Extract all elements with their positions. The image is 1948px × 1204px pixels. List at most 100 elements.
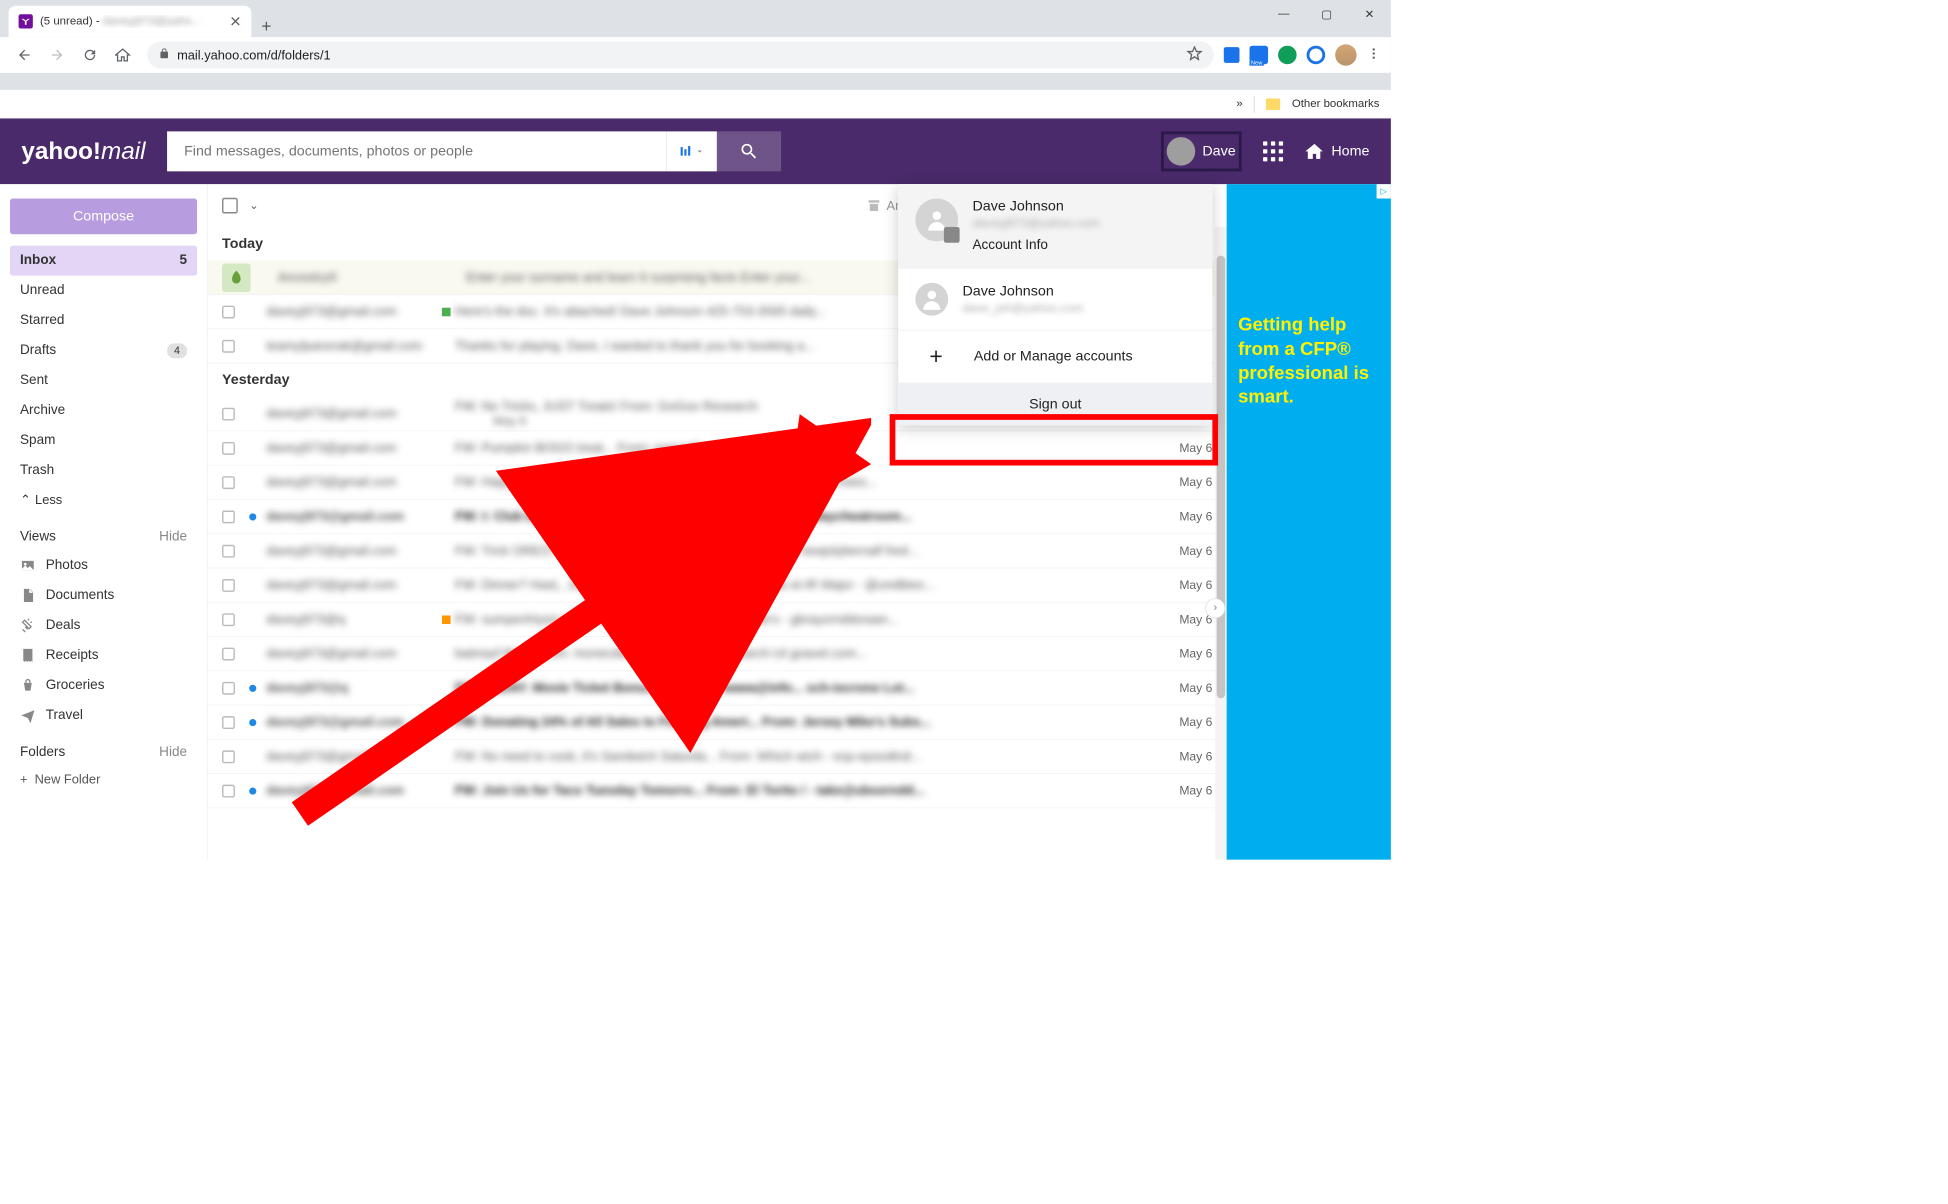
message-row[interactable]: daveyj973@gmail.comFW: No need to cook, … bbox=[208, 740, 1227, 774]
message-row[interactable]: daveyj973@gmail.combatmazf Brals From: m… bbox=[208, 637, 1227, 671]
view-item-deals[interactable]: Deals bbox=[10, 610, 197, 640]
view-item-groceries[interactable]: Groceries bbox=[10, 670, 197, 700]
message-checkbox[interactable] bbox=[222, 682, 235, 695]
message-row[interactable]: daveyj973@gmail.comFW: I: Club Exclusive… bbox=[208, 500, 1227, 534]
message-checkbox[interactable] bbox=[222, 613, 235, 626]
home-button[interactable] bbox=[109, 41, 138, 70]
forward-button[interactable] bbox=[43, 41, 72, 70]
sign-out-button[interactable]: Sign out bbox=[898, 383, 1212, 425]
folder-item-unread[interactable]: Unread bbox=[10, 276, 197, 306]
message-row[interactable]: daveyj973@gmail.comFW: Join Us for Taco … bbox=[208, 774, 1227, 808]
apps-grid-icon[interactable] bbox=[1263, 141, 1283, 161]
home-link[interactable]: Home bbox=[1304, 141, 1369, 161]
message-row[interactable]: daveyj973@gmail.comFW: Trick OREO?® Trea… bbox=[208, 534, 1227, 568]
user-account-chip[interactable]: Dave bbox=[1161, 131, 1241, 171]
select-dropdown-icon[interactable]: ⌄ bbox=[249, 198, 259, 212]
primary-account-row[interactable]: Dave Johnson daveyj973@yahoo.com Account… bbox=[898, 184, 1212, 268]
message-checkbox[interactable] bbox=[222, 305, 235, 318]
message-checkbox[interactable] bbox=[222, 716, 235, 729]
message-row[interactable]: daveyj973@gmail.comFW: Dinner? HasL. Jum… bbox=[208, 568, 1227, 602]
compose-button[interactable]: Compose bbox=[10, 198, 197, 234]
back-button[interactable] bbox=[10, 41, 39, 70]
new-folder-button[interactable]: + New Folder bbox=[10, 766, 197, 792]
extension-icon[interactable] bbox=[1278, 46, 1297, 65]
select-all-checkbox[interactable] bbox=[222, 198, 238, 214]
extension-icon[interactable] bbox=[1307, 46, 1326, 65]
account-email: daveyj973@yahoo.com bbox=[972, 216, 1195, 230]
message-checkbox[interactable] bbox=[222, 544, 235, 557]
message-sender: daveyj973@gmail.com bbox=[266, 475, 437, 490]
view-item-documents[interactable]: Documents bbox=[10, 580, 197, 610]
search-input[interactable] bbox=[167, 131, 667, 171]
browser-tab[interactable]: (5 unread) - daveyj973@yaho... ✕ bbox=[9, 6, 252, 37]
other-bookmarks-link[interactable]: Other bookmarks bbox=[1292, 97, 1380, 110]
unread-dot bbox=[249, 513, 256, 520]
message-checkbox[interactable] bbox=[222, 407, 235, 420]
folder-item-trash[interactable]: Trash bbox=[10, 456, 197, 486]
message-checkbox[interactable] bbox=[222, 784, 235, 797]
search-button[interactable] bbox=[717, 131, 781, 171]
secondary-account-row[interactable]: Dave Johnson dave_joh@yahoo.com bbox=[898, 268, 1212, 330]
account-avatar bbox=[915, 198, 958, 241]
scrollbar-thumb[interactable] bbox=[1217, 256, 1226, 699]
tab-close-icon[interactable]: ✕ bbox=[229, 12, 241, 30]
message-row[interactable]: daveyj973@gmail.comFW: Happy National Re… bbox=[208, 466, 1227, 500]
message-date: May 6 bbox=[1141, 441, 1212, 455]
message-row[interactable]: daveyj973@qFW: sumperiHysm Own A Franchi… bbox=[208, 603, 1227, 637]
message-date: May 6 bbox=[1141, 544, 1212, 558]
hide-views-link[interactable]: Hide bbox=[159, 529, 187, 545]
photos-icon bbox=[20, 558, 36, 574]
bookmarks-overflow-icon[interactable]: » bbox=[1236, 97, 1242, 110]
message-checkbox[interactable] bbox=[222, 647, 235, 660]
message-subject: FW: sumperiHysm Own A Franchis... From: … bbox=[455, 612, 1141, 627]
browser-chrome: (5 unread) - daveyj973@yaho... ✕ + mail.… bbox=[0, 0, 1391, 90]
folder-item-sent[interactable]: Sent bbox=[10, 366, 197, 396]
folder-item-starred[interactable]: Starred bbox=[10, 306, 197, 336]
address-bar[interactable]: mail.yahoo.com/d/folders/1 bbox=[147, 41, 1214, 68]
bookmark-star-icon[interactable] bbox=[1187, 45, 1203, 64]
scroll-right-icon[interactable]: › bbox=[1205, 598, 1225, 618]
folder-item-inbox[interactable]: Inbox5 bbox=[10, 246, 197, 276]
sidebar: Compose Inbox5UnreadStarredDrafts4SentAr… bbox=[0, 184, 207, 859]
receipts-icon bbox=[20, 648, 36, 664]
less-toggle[interactable]: ⌃ Less bbox=[10, 486, 197, 515]
window-maximize[interactable]: ▢ bbox=[1305, 0, 1348, 29]
message-indicator bbox=[438, 615, 455, 624]
folder-item-spam[interactable]: Spam bbox=[10, 426, 197, 456]
message-date: May 6 bbox=[1141, 784, 1212, 798]
view-item-receipts[interactable]: Receipts bbox=[10, 640, 197, 670]
message-checkbox[interactable] bbox=[222, 510, 235, 523]
message-row[interactable]: daveyj973@qFW: TODAY: Movie Ticket Bonus… bbox=[208, 671, 1227, 705]
add-manage-accounts-row[interactable]: + Add or Manage accounts bbox=[898, 331, 1212, 384]
search-options-dropdown[interactable] bbox=[667, 131, 717, 171]
travel-icon bbox=[20, 708, 36, 724]
yahoo-mail-logo[interactable]: yahoo!mail bbox=[21, 137, 145, 165]
view-item-photos[interactable]: Photos bbox=[10, 550, 197, 580]
message-row[interactable]: daveyj973@gmail.comFW: Pumpkin BOGO trea… bbox=[208, 431, 1227, 465]
message-checkbox[interactable] bbox=[222, 442, 235, 455]
hide-folders-link[interactable]: Hide bbox=[159, 745, 187, 761]
reload-button[interactable] bbox=[76, 41, 105, 70]
message-subject: FW: Dinner? HasL. Jumped into 3 Great Of… bbox=[455, 578, 1141, 593]
scrollbar-track[interactable] bbox=[1215, 227, 1226, 860]
window-minimize[interactable]: — bbox=[1262, 0, 1305, 29]
folder-item-archive[interactable]: Archive bbox=[10, 396, 197, 426]
unread-dot bbox=[249, 787, 256, 794]
message-checkbox[interactable] bbox=[222, 340, 235, 353]
browser-menu-icon[interactable] bbox=[1367, 46, 1381, 64]
extension-icon[interactable] bbox=[1224, 47, 1240, 63]
message-subject: FW: Pumpkin BOGO treat... From: wawa@a..… bbox=[455, 441, 1141, 456]
message-checkbox[interactable] bbox=[222, 750, 235, 763]
view-item-travel[interactable]: Travel bbox=[10, 700, 197, 730]
ad-indicator-icon[interactable]: ▷ bbox=[1377, 184, 1391, 198]
folder-item-drafts[interactable]: Drafts4 bbox=[10, 336, 197, 366]
message-checkbox[interactable] bbox=[222, 579, 235, 592]
message-row[interactable]: daveyj973@gmail.comFW: Donating 24% of A… bbox=[208, 705, 1227, 739]
browser-profile-avatar[interactable] bbox=[1335, 44, 1356, 65]
window-close[interactable]: ✕ bbox=[1348, 0, 1391, 29]
message-subject: FW: No need to cook, it's Sandwich Satur… bbox=[455, 749, 1141, 764]
new-tab-button[interactable]: + bbox=[261, 17, 271, 37]
extension-icon[interactable] bbox=[1250, 46, 1269, 65]
account-info-link[interactable]: Account Info bbox=[972, 238, 1195, 254]
message-checkbox[interactable] bbox=[222, 476, 235, 489]
